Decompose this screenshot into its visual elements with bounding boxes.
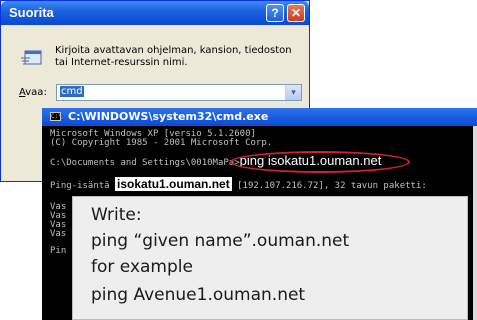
run-dialog-title: Suorita — [9, 5, 54, 20]
cmd-window-title: C:\WINDOWS\system32\cmd.exe — [68, 110, 269, 123]
ping-host-name: isokatu1.ouman.net — [115, 177, 232, 191]
callout-line-example-label: for example — [91, 257, 193, 277]
cmd-scrollbar[interactable] — [473, 126, 477, 320]
console-line-reply: Vas — [50, 229, 67, 239]
console-icon: C:\ — [50, 112, 62, 121]
ping-host-prefix: Ping-isäntä — [50, 181, 116, 191]
ping-host-suffix: [192.107.216.72], 32 tavun paketti: — [231, 181, 427, 191]
console-line-ping-host: Ping-isäntä isokatu1.ouman.net [192.107.… — [50, 177, 427, 191]
run-dialog-titlebar[interactable]: Suorita ? ✕ — [1, 1, 309, 25]
open-combobox[interactable]: cmd ▾ — [56, 84, 302, 101]
callout-line-example: ping Avenue1.ouman.net — [91, 285, 306, 305]
console-line-stats: Pin — [50, 246, 67, 256]
highlight-oval — [230, 151, 410, 173]
open-label-text: vaa: — [25, 87, 47, 98]
run-program-icon — [21, 50, 42, 65]
help-button[interactable]: ? — [266, 4, 284, 22]
run-dialog-description: Kirjoita avattavan ohjelman, kansion, ti… — [55, 45, 292, 68]
open-combobox-value[interactable]: cmd — [60, 86, 84, 97]
console-line-copyright: (C) Copyright 1985 - 2001 Microsoft Corp… — [50, 138, 273, 148]
close-button[interactable]: ✕ — [287, 4, 305, 22]
console-prompt: C:\Documents and Settings\0010MaPa> — [50, 158, 240, 168]
open-label: Avaa: — [19, 87, 47, 98]
chevron-down-icon[interactable]: ▾ — [285, 85, 301, 100]
callout-line-write: Write: — [91, 205, 142, 225]
instruction-callout: Write: ping “given name”.ouman.net for e… — [72, 196, 468, 320]
cmd-titlebar[interactable]: C:\ C:\WINDOWS\system32\cmd.exe — [42, 108, 477, 126]
callout-line-syntax: ping “given name”.ouman.net — [91, 231, 350, 251]
